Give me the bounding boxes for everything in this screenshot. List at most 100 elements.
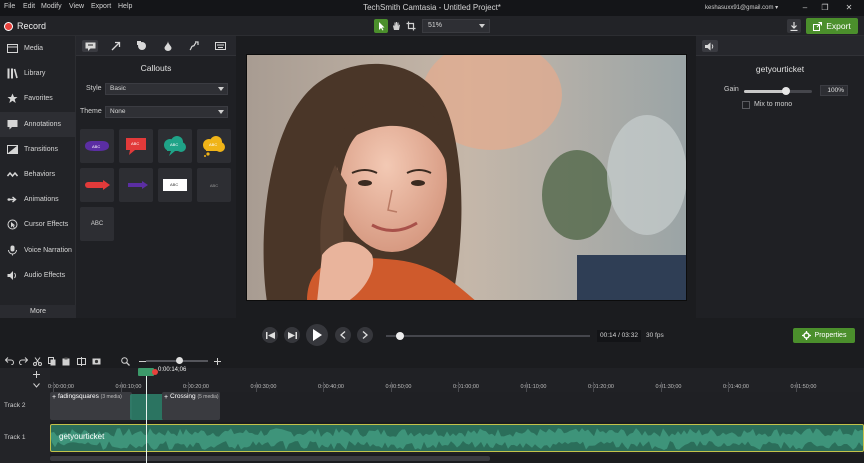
add-track-button[interactable] (33, 371, 40, 378)
tab-sketch[interactable] (186, 40, 202, 52)
transition-block[interactable] (130, 394, 164, 420)
clip-crossing[interactable]: Crossing (5 media) + (162, 392, 220, 420)
sidebar-item-animations[interactable]: Animations (0, 187, 76, 212)
menu-file[interactable]: File (4, 3, 15, 10)
more-button[interactable]: More (0, 305, 76, 318)
record-button[interactable]: Record (4, 19, 46, 33)
menu-edit[interactable]: Edit (23, 3, 35, 10)
tab-keystroke[interactable] (212, 40, 228, 52)
undo-button[interactable] (4, 356, 14, 366)
redo-button[interactable] (18, 356, 28, 366)
sidebar-item-media[interactable]: Media (0, 36, 76, 61)
ruler-tick (120, 382, 122, 392)
previous-marker-button[interactable] (335, 327, 351, 343)
close-button[interactable]: ✕ (842, 2, 856, 14)
tab-arrows[interactable] (108, 40, 124, 52)
callout-tile-plain-text[interactable]: ABC (197, 168, 231, 202)
callout-tile-green-cloud[interactable]: ABC (158, 129, 192, 163)
next-marker-button[interactable] (357, 327, 373, 343)
zoom-in-button[interactable] (212, 356, 222, 366)
mix-to-mono-checkbox[interactable] (742, 101, 750, 109)
paste-icon (62, 357, 70, 365)
plus-icon (33, 371, 40, 378)
tile-text: ABC (209, 182, 219, 188)
playback-scrubber[interactable] (386, 332, 590, 340)
sidebar-item-label: Animations (24, 196, 59, 204)
callout-tile-text-only[interactable]: ABC (80, 207, 114, 241)
sidebar-item-label: Transitions (24, 145, 58, 153)
sidebar-item-library[interactable]: Library (0, 61, 76, 86)
account-email: keshasuxx91@gmail.com (705, 5, 774, 11)
paste-button[interactable] (61, 356, 71, 366)
hand-tool-button[interactable] (389, 19, 403, 33)
play-button[interactable] (306, 324, 328, 346)
sidebar-item-behaviors[interactable]: Behaviors (0, 162, 76, 187)
clip-getyourticket[interactable]: getyourticket (50, 424, 864, 452)
gain-value-input[interactable]: 100% (820, 85, 848, 96)
restore-button[interactable]: ❐ (818, 2, 832, 14)
playback-bar: 00:14 / 03:32 30 fps Properties (0, 318, 864, 354)
callout-tile-red-arrow[interactable] (80, 168, 114, 202)
callout-tile-purple-arrow[interactable] (119, 168, 153, 202)
cursor-icon (7, 219, 18, 230)
sidebar-item-voice-narration[interactable]: Voice Narration (0, 238, 76, 263)
split-button[interactable] (76, 356, 86, 366)
menu-view[interactable]: View (69, 3, 84, 10)
sidebar-item-cursor-effects[interactable]: Cursor Effects (0, 212, 76, 237)
scrubber-handle[interactable] (396, 332, 405, 340)
callout-tile-purple-blob[interactable]: ABC (80, 129, 114, 163)
callout-tile-red-speech[interactable]: ABC (119, 129, 153, 163)
export-button[interactable]: Export (806, 18, 858, 34)
tab-blur[interactable] (160, 40, 176, 52)
gain-slider-handle[interactable] (782, 87, 791, 95)
sidebar-item-label: Media (24, 45, 44, 52)
zoom-select[interactable]: 51% (422, 19, 490, 33)
tab-audio-properties[interactable] (702, 40, 718, 52)
timeline-zoom-handle[interactable] (176, 357, 183, 364)
arrow-icon (111, 41, 121, 51)
crop-tool-button[interactable] (404, 19, 418, 33)
snapshot-button[interactable] (91, 356, 101, 366)
cut-button[interactable] (32, 356, 42, 366)
sidebar-item-annotations[interactable]: Annotations (0, 111, 76, 137)
minimize-button[interactable]: – (798, 2, 812, 14)
zoom-fit-button[interactable] (120, 356, 130, 366)
clip-fadingsquares[interactable]: fadingsquares (3 media) + (50, 392, 132, 420)
gain-slider-fill (744, 90, 787, 93)
properties-button[interactable]: Properties (793, 328, 855, 343)
playhead-line (146, 376, 147, 463)
download-button[interactable] (787, 19, 801, 33)
pointer-tool-button[interactable] (374, 19, 388, 33)
record-icon (4, 21, 13, 31)
menu-export[interactable]: Export (91, 3, 111, 10)
ruler-label: 0:01:00;00 (453, 384, 479, 390)
sidebar-item-audio-effects[interactable]: Audio Effects (0, 263, 76, 288)
track-2-lane[interactable]: fadingsquares (3 media) + Crossing (5 me… (50, 392, 864, 422)
callout-tile-yellow-cloud[interactable]: ABC (197, 129, 231, 163)
tile-text: ABC (92, 144, 101, 149)
timeline-zoom-slider[interactable] (146, 357, 208, 364)
sidebar: Media Library Favorites Annotations Transiti… (0, 36, 76, 318)
minus-icon (138, 360, 146, 362)
account-menu[interactable]: keshasuxx91@gmail.com ▾ (705, 4, 778, 11)
tab-shapes[interactable] (134, 40, 150, 52)
ruler-tick (728, 382, 729, 392)
step-forward-button[interactable] (284, 327, 300, 343)
step-back-button[interactable] (262, 327, 278, 343)
gain-slider[interactable] (744, 87, 812, 95)
video-preview[interactable] (246, 54, 687, 301)
sidebar-item-transitions[interactable]: Transitions (0, 137, 76, 162)
theme-select[interactable]: None (105, 106, 228, 118)
collapse-tracks-button[interactable] (33, 383, 40, 388)
track-2-label: Track 2 (4, 402, 26, 409)
menu-modify[interactable]: Modify (41, 3, 62, 10)
copy-button[interactable] (47, 356, 57, 366)
tab-callouts[interactable] (82, 40, 98, 52)
style-select[interactable]: Basic (105, 83, 228, 95)
star-icon (7, 93, 18, 104)
track-1-lane[interactable]: getyourticket (50, 424, 864, 454)
menu-help[interactable]: Help (118, 3, 132, 10)
callout-tile-white-box[interactable]: ABC (158, 168, 192, 202)
sidebar-item-favorites[interactable]: Favorites (0, 86, 76, 111)
timeline-horizontal-scrollbar[interactable] (50, 456, 490, 461)
